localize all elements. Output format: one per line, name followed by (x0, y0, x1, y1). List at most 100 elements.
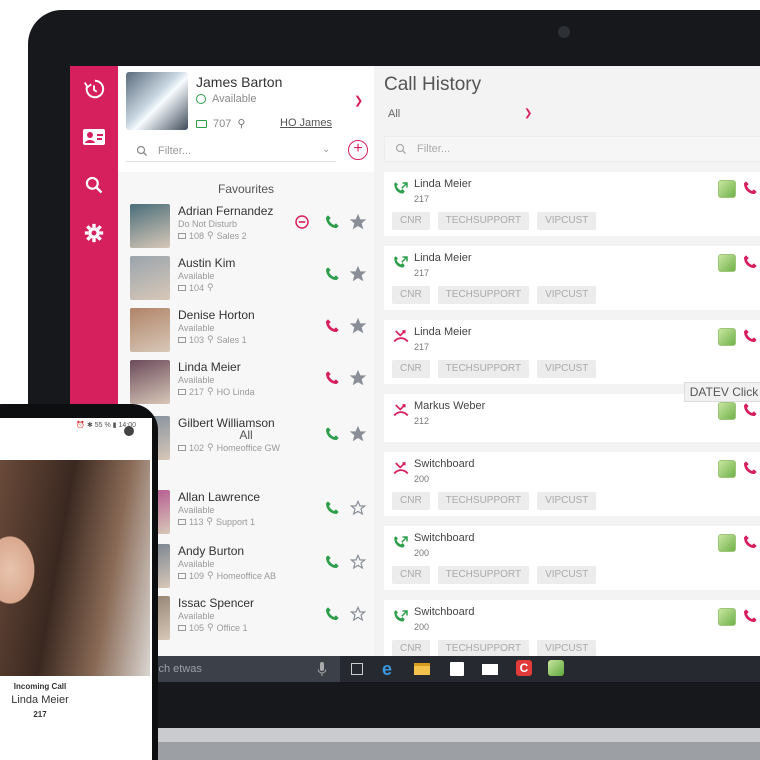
incoming-call-label: Incoming Call (13, 682, 67, 691)
history-filter-select[interactable]: All (388, 108, 400, 120)
call-history-entry[interactable]: Linda Meier217CNRTECHSUPPORTVIPCUST1 (384, 320, 760, 384)
call-tag[interactable]: VIPCUST (537, 566, 597, 584)
location-pin-icon: ⚲ (207, 386, 214, 396)
favourite-star-icon[interactable] (349, 265, 367, 287)
call-tag[interactable]: VIPCUST (537, 212, 597, 230)
contact-extension-number: 113 (189, 516, 204, 527)
favourite-star-icon[interactable] (349, 213, 367, 235)
add-contact-button[interactable]: + (348, 140, 368, 160)
folder-icon[interactable] (414, 660, 432, 678)
datev-icon[interactable] (718, 608, 736, 626)
call-number: 200 (414, 622, 430, 632)
store-icon[interactable] (448, 660, 466, 678)
call-contact-button[interactable] (324, 214, 340, 235)
call-contact-button[interactable] (324, 554, 340, 575)
contacts-filter[interactable]: Filter... (126, 140, 336, 162)
contact-item[interactable]: Denise Horton Available 103 ⚲ Sales 1 (118, 306, 374, 356)
call-tag[interactable]: TECHSUPPORT (437, 286, 530, 304)
call-contact-button[interactable] (324, 266, 340, 287)
history-search-input[interactable]: Filter... (384, 136, 760, 162)
call-tag[interactable]: CNR (392, 566, 430, 584)
call-history-panel: Call History All ❯ Filter... Linda Meier… (374, 66, 760, 664)
call-tags: CNR TECHSUPPORT VIPCUST (392, 286, 597, 304)
favourite-star-icon[interactable] (349, 605, 367, 627)
call-back-button[interactable] (742, 254, 758, 275)
datev-icon[interactable] (718, 254, 736, 272)
edge-icon[interactable]: e (382, 660, 400, 678)
history-icon[interactable] (80, 76, 108, 102)
contact-location: Office 1 (216, 622, 248, 633)
contact-extension: 217 ⚲ HO Linda (178, 386, 255, 397)
call-back-button[interactable] (742, 402, 758, 423)
call-contact-button[interactable] (324, 318, 340, 339)
chevron-down-icon[interactable]: ❯ (524, 108, 532, 119)
call-history-entry[interactable]: Linda Meier217CNRTECHSUPPORTVIPCUST1 (384, 246, 760, 310)
contact-status: Available (178, 611, 215, 621)
call-tag[interactable]: VIPCUST (537, 286, 597, 304)
status-chevron-icon[interactable]: ❯ (354, 94, 363, 107)
call-history-entry[interactable]: Switchboard200CNRTECHSUPPORTVIPCUST1 (384, 526, 760, 590)
app-c-icon[interactable]: C (516, 660, 534, 678)
section-favourites: Favourites (217, 182, 275, 196)
call-name: Markus Weber (414, 400, 486, 412)
call-tag[interactable]: TECHSUPPORT (437, 212, 530, 230)
call-tag[interactable]: TECHSUPPORT (437, 360, 530, 378)
call-back-button[interactable] (742, 460, 758, 481)
contact-item[interactable]: Austin Kim Available 104 ⚲ (118, 254, 374, 304)
call-name: Linda Meier (414, 178, 472, 190)
user-avatar[interactable] (126, 72, 188, 130)
call-contact-button[interactable] (324, 370, 340, 391)
call-tag[interactable]: VIPCUST (537, 492, 597, 510)
datev-taskbar-icon[interactable] (548, 660, 566, 678)
call-tag[interactable]: CNR (392, 212, 430, 230)
gear-icon[interactable] (80, 220, 108, 246)
call-back-button[interactable] (742, 180, 758, 201)
user-status[interactable]: Available (196, 93, 256, 105)
call-number: 217 (414, 268, 430, 278)
call-contact-button[interactable] (324, 426, 340, 447)
location-pin-icon: ⚲ (206, 516, 213, 526)
call-contact-button[interactable] (324, 500, 340, 521)
call-contact-button[interactable] (324, 606, 340, 627)
taskbar-search[interactable]: ich etwas (150, 656, 340, 682)
favourite-star-icon[interactable] (349, 317, 367, 339)
call-history-entry[interactable]: Linda Meier217CNRTECHSUPPORTVIPCUST1 (384, 172, 760, 236)
microphone-icon[interactable] (318, 662, 326, 676)
call-history-entry[interactable]: Switchboard200CNRTECHSUPPORTVIPCUST1 (384, 600, 760, 664)
call-tag[interactable]: VIPCUST (537, 360, 597, 378)
call-tag[interactable]: CNR (392, 286, 430, 304)
call-history-entry[interactable]: Switchboard200CNRTECHSUPPORTVIPCUST1 (384, 452, 760, 516)
user-status-label: Available (212, 93, 257, 105)
call-number: 200 (414, 548, 430, 558)
call-back-button[interactable] (742, 534, 758, 555)
call-tag[interactable]: TECHSUPPORT (437, 566, 530, 584)
datev-icon[interactable] (718, 180, 736, 198)
filter-chevron-icon[interactable]: ⌄ (322, 144, 330, 155)
missed-call-icon (392, 402, 410, 425)
contact-item[interactable]: Linda Meier Available 217 ⚲ HO Linda (118, 358, 374, 408)
datev-icon[interactable] (718, 328, 736, 346)
favourite-star-icon[interactable] (349, 499, 367, 521)
contact-extension-number: 105 (189, 622, 205, 633)
call-back-button[interactable] (742, 328, 758, 349)
contacts-icon[interactable] (80, 124, 108, 150)
call-back-button[interactable] (742, 608, 758, 629)
favourite-star-icon[interactable] (349, 369, 367, 391)
datev-icon[interactable] (718, 460, 736, 478)
contact-item[interactable]: Adrian Fernandez Do Not Disturb 108 ⚲ Sales … (118, 202, 374, 252)
contact-status: Available (178, 271, 215, 281)
mail-icon[interactable] (482, 660, 500, 678)
call-tag[interactable]: TECHSUPPORT (437, 492, 530, 510)
task-view-icon[interactable] (348, 660, 366, 678)
datev-icon[interactable] (718, 534, 736, 552)
contact-avatar (130, 308, 170, 352)
datev-icon[interactable] (718, 402, 736, 420)
outgoing-call-icon (392, 254, 410, 277)
call-tag[interactable]: CNR (392, 492, 430, 510)
search-icon[interactable] (80, 172, 108, 198)
contact-location: Support 1 (215, 516, 255, 527)
user-location[interactable]: HO James (280, 117, 332, 129)
favourite-star-icon[interactable] (349, 553, 367, 575)
call-tag[interactable]: CNR (392, 360, 430, 378)
favourite-star-icon[interactable] (349, 425, 367, 447)
